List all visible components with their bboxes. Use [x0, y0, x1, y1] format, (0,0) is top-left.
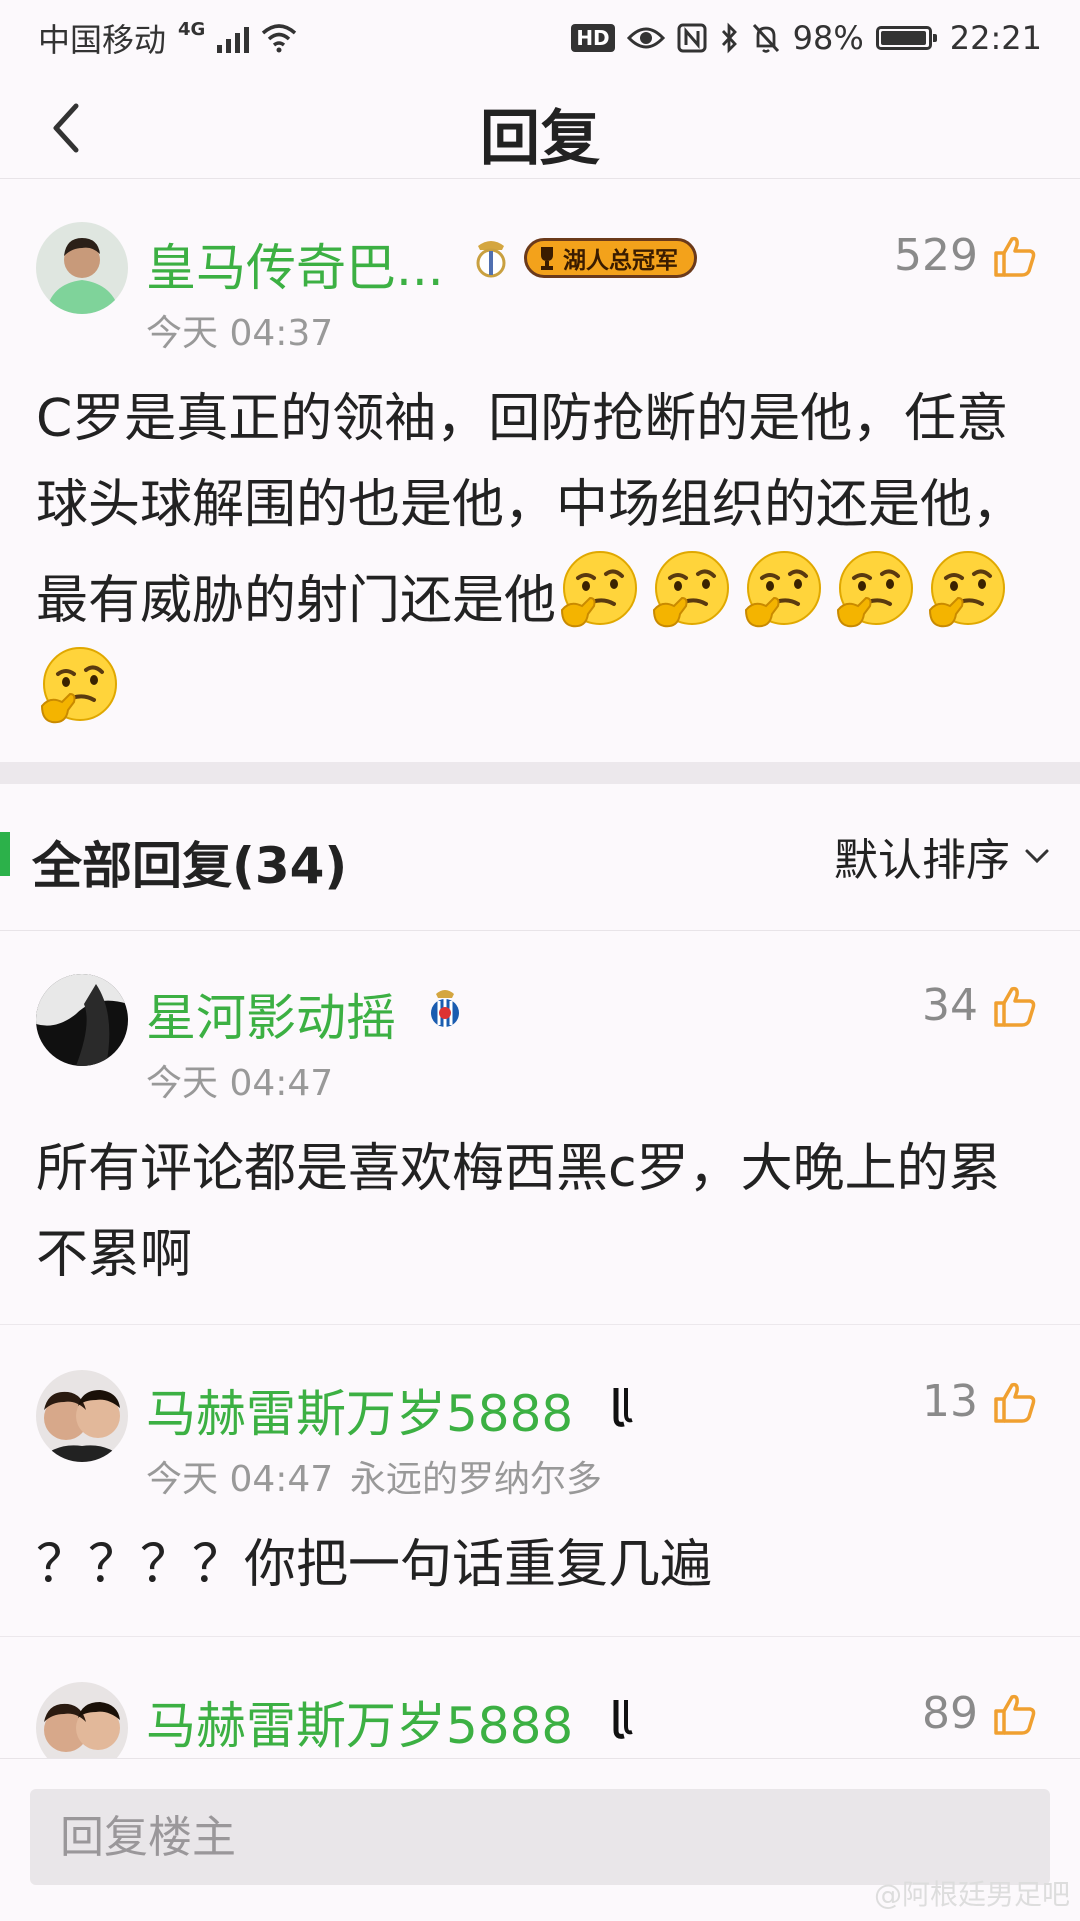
reply-item[interactable]: 星河影动摇 今天 04:47 34 所有评论都是喜欢梅西黑c罗，大晚上的累不累啊: [0, 930, 1080, 1325]
like-count: 89: [922, 1688, 978, 1739]
battery-percent: 98%: [792, 19, 864, 57]
reply-item[interactable]: 马赫雷斯万岁5888 89: [0, 1638, 1080, 1758]
network-type-label: 4G: [178, 19, 206, 40]
status-bar: 中国移动 4G HD 98% 22:21: [0, 0, 1080, 76]
reply-bar: @阿根廷男足吧: [0, 1758, 1080, 1921]
hd-icon: HD: [571, 24, 615, 52]
mute-bell-icon: [752, 23, 779, 53]
club-crest-icon: [431, 990, 459, 1027]
thumbs-up-icon: [994, 986, 1036, 1027]
post-author-name[interactable]: 皇马传奇巴...: [146, 228, 444, 300]
reply-input[interactable]: [30, 1789, 1050, 1885]
thinking-face-emoji: [837, 551, 914, 628]
like-button[interactable]: 13: [922, 1376, 1038, 1427]
club-crest-icon: [476, 241, 506, 278]
reply-author-name[interactable]: 马赫雷斯万岁5888: [146, 1374, 573, 1446]
reply-time: 今天 04:47: [146, 1063, 334, 1104]
trophy-icon: [541, 247, 553, 270]
eye-icon: [626, 27, 665, 49]
avatar[interactable]: [36, 974, 128, 1066]
avatar[interactable]: [36, 222, 128, 314]
like-button[interactable]: 529: [894, 230, 1038, 281]
original-post: 皇马传奇巴... 湖人总冠军 今天 04:37 529 C罗是真正的领袖，回防抢…: [0, 180, 1080, 760]
thumbs-up-icon: [994, 1694, 1036, 1735]
chevron-down-icon: [1025, 849, 1049, 864]
reply-time: 今天 04:47: [146, 1459, 334, 1500]
reply-quote-user[interactable]: 永远的罗纳尔多: [350, 1450, 602, 1502]
badge-label: 湖人总冠军: [563, 248, 678, 274]
clock: 22:21: [949, 19, 1042, 57]
top-nav-bar: 回复: [0, 76, 1080, 179]
thinking-face-emoji: [745, 551, 822, 628]
like-count: 529: [894, 230, 978, 281]
like-count: 13: [922, 1376, 978, 1427]
watermark: @阿根廷男足吧: [873, 1878, 1070, 1911]
thinking-face-emoji: [653, 551, 730, 628]
thinking-face-emoji: [561, 551, 638, 628]
sort-dropdown[interactable]: 默认排序: [834, 824, 1050, 888]
sort-label: 默认排序: [834, 835, 1010, 886]
replies-title: 全部回复(34): [32, 837, 348, 895]
like-button[interactable]: 89: [922, 1688, 1038, 1739]
thinking-face-emoji: [929, 551, 1006, 628]
page-title: 回复: [480, 104, 600, 174]
like-count: 34: [922, 980, 978, 1031]
carrier-label: 中国移动: [38, 21, 167, 59]
club-crest-icon: [613, 1700, 633, 1739]
replies-header: 全部回复(34) 默认排序: [0, 784, 1080, 931]
section-accent-bar: [0, 832, 10, 876]
reply-author-name[interactable]: 星河影动摇: [146, 978, 396, 1050]
reply-body: ？？？？你把一句话重复几遍: [36, 1535, 713, 1595]
post-time: 今天 04:37: [146, 313, 334, 354]
section-divider: [0, 762, 1080, 784]
reply-body: 所有评论都是喜欢梅西黑c罗，大晚上的累不累啊: [36, 1139, 1001, 1285]
reply-item[interactable]: 马赫雷斯万岁5888 今天 04:47 永远的罗纳尔多 13 ？？？？你把一句话…: [0, 1326, 1080, 1637]
club-crest-icon: [613, 1388, 633, 1427]
bluetooth-icon: [721, 22, 737, 54]
thinking-face-emoji: [40, 647, 117, 724]
signal-icon: [217, 23, 250, 53]
reply-author-name[interactable]: 马赫雷斯万岁5888: [146, 1686, 573, 1758]
post-body: C罗是真正的领袖，回防抢断的是他，任意球头球解围的也是他，中场组织的还是他，最有…: [36, 376, 1040, 740]
wifi-icon: [262, 24, 297, 53]
avatar[interactable]: [36, 1370, 128, 1462]
avatar[interactable]: [36, 1682, 128, 1758]
thumbs-up-icon: [994, 1382, 1036, 1423]
like-button[interactable]: 34: [922, 980, 1038, 1031]
battery-icon: [875, 26, 937, 50]
honor-badge: 湖人总冠军: [524, 238, 697, 278]
thumbs-up-icon: [994, 236, 1036, 277]
nfc-icon: [677, 23, 707, 53]
